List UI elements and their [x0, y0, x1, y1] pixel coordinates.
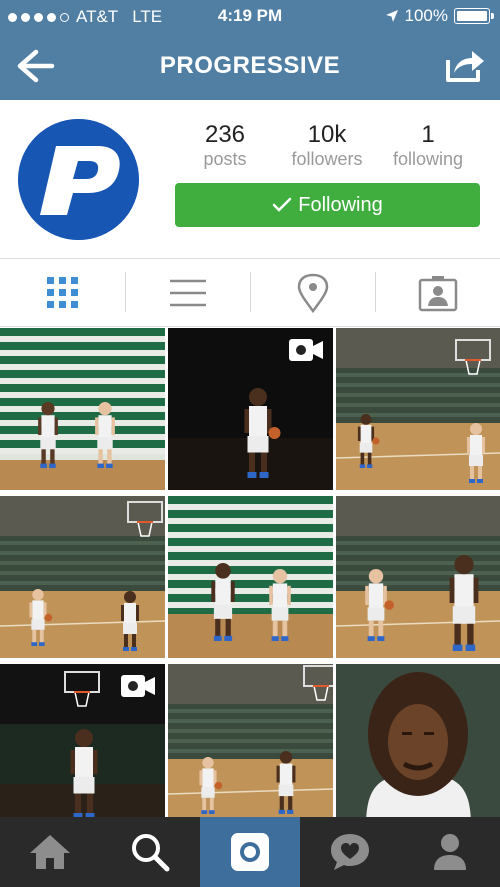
home-icon [30, 835, 70, 869]
camera-icon [231, 833, 269, 871]
photo-thumbnail[interactable] [168, 664, 333, 826]
photo-thumbnail[interactable] [336, 328, 500, 490]
posts-stat[interactable]: 236 posts [175, 122, 275, 170]
avatar[interactable] [18, 119, 139, 240]
progressive-logo [18, 119, 139, 240]
tab-profile[interactable] [400, 817, 500, 887]
followers-count: 10k [307, 121, 347, 148]
photo-thumbnail[interactable] [336, 496, 500, 658]
following-count: 1 [421, 121, 435, 148]
tab-list-view[interactable] [125, 259, 250, 326]
location-arrow-icon [385, 10, 398, 22]
tab-search[interactable] [100, 817, 200, 887]
status-right: 100% [385, 6, 494, 26]
activity-icon [331, 834, 369, 870]
checkmark-icon [273, 197, 292, 212]
photo-image [336, 328, 500, 490]
share-button[interactable] [444, 46, 486, 84]
list-icon [169, 279, 206, 306]
followers-stat[interactable]: 10k followers [277, 122, 377, 170]
tab-camera[interactable] [200, 817, 300, 887]
following-stat[interactable]: 1 following [378, 122, 478, 170]
bottom-tab-bar [0, 817, 500, 887]
photo-image [0, 496, 165, 658]
posts-count: 236 [204, 121, 246, 148]
nav-row: PROGRESSIVE [0, 32, 500, 100]
photo-image [0, 328, 165, 490]
photo-thumbnail[interactable] [0, 328, 165, 490]
grid-icon [46, 276, 78, 308]
photo-thumbnail[interactable] [168, 496, 333, 658]
battery-fill [457, 11, 487, 21]
following-button-label: Following [298, 193, 383, 216]
photo-image [168, 664, 333, 826]
top-bar: AT&T LTE 4:19 PM 100% PROGRESSIVE [0, 0, 500, 100]
photo-thumbnail[interactable] [168, 328, 333, 490]
photo-thumbnail[interactable] [0, 664, 165, 826]
photo-image [336, 664, 500, 826]
video-camera-icon [289, 339, 323, 361]
posts-label: posts [203, 149, 247, 169]
photo-thumbnail[interactable] [0, 496, 165, 658]
followers-label: followers [291, 149, 363, 169]
location-pin-icon [297, 273, 328, 313]
photo-thumbnail[interactable] [336, 664, 500, 826]
tab-grid-view[interactable] [0, 259, 125, 326]
battery-percent: 100% [404, 6, 448, 25]
battery-icon [454, 8, 494, 24]
tab-activity[interactable] [300, 817, 400, 887]
photo-image [336, 496, 500, 658]
share-icon [446, 51, 484, 82]
profile-icon [434, 834, 466, 870]
tab-map-view[interactable] [250, 259, 375, 326]
following-label: following [392, 149, 464, 169]
profile-stats: 236 posts 10k followers 1 following [175, 122, 480, 172]
photo-image [168, 496, 333, 658]
search-icon [132, 834, 170, 872]
photo-grid [0, 328, 500, 826]
video-camera-icon [121, 675, 155, 697]
tab-home[interactable] [0, 817, 100, 887]
profile-header: 236 posts 10k followers 1 following Foll… [0, 100, 500, 258]
view-switcher [0, 258, 500, 327]
following-button[interactable]: Following [175, 183, 480, 227]
tab-tagged-view[interactable] [375, 259, 500, 326]
status-bar: AT&T LTE 4:19 PM 100% [0, 0, 500, 32]
tagged-photos-icon [418, 275, 457, 311]
page-title: PROGRESSIVE [159, 52, 341, 79]
